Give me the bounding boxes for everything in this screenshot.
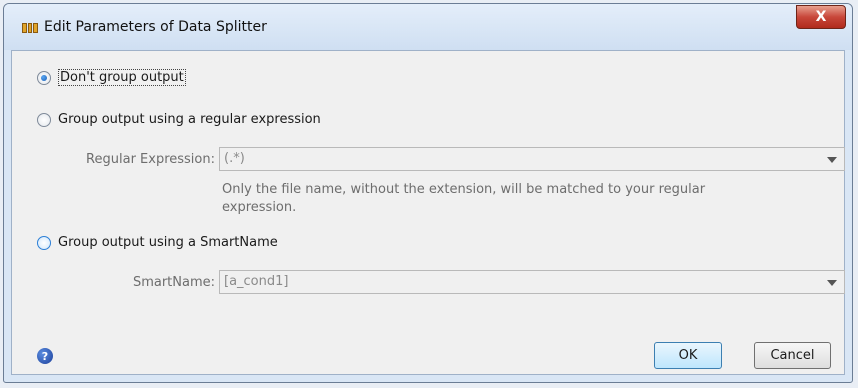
smartname-combobox[interactable]: [a_cond1] [219,270,845,294]
close-button[interactable]: X [796,5,846,29]
radio-regex-label: Group output using a regular expression [58,112,321,127]
regex-combobox[interactable]: (.*) [219,147,845,171]
radio-dont-group-label: Don't group output [58,69,186,86]
regex-hint: Only the file name, without the extensio… [222,181,705,217]
regex-combobox-value: (.*) [224,151,245,166]
app-icon [22,23,39,33]
radio-smartname[interactable]: Group output using a SmartName [37,235,278,250]
window-title: Edit Parameters of Data Splitter [44,19,267,35]
dialog-window: Edit Parameters of Data Splitter X Don't… [3,3,853,383]
radio-unselected-icon[interactable] [37,235,51,250]
chevron-down-icon[interactable] [827,157,837,163]
dialog-body: Don't group output Group output using a … [11,50,845,375]
regex-hint-line-1: Only the file name, without the extensio… [222,182,706,197]
chevron-down-icon[interactable] [827,280,837,286]
smartname-combobox-value: [a_cond1] [224,274,289,289]
title-bar[interactable]: Edit Parameters of Data Splitter X [4,4,852,50]
help-icon[interactable]: ? [37,348,53,364]
regex-field-label: Regular Expression: [86,152,215,167]
regex-hint-line-2: expression. [222,200,297,215]
radio-regex[interactable]: Group output using a regular expression [37,112,321,127]
radio-smartname-label: Group output using a SmartName [58,235,278,250]
radio-unselected-icon[interactable] [37,112,51,127]
cancel-button[interactable]: Cancel [754,342,831,369]
radio-selected-icon[interactable] [37,70,51,85]
radio-dont-group[interactable]: Don't group output [37,69,186,86]
smartname-field-label: SmartName: [132,275,215,290]
ok-button[interactable]: OK [654,342,722,369]
